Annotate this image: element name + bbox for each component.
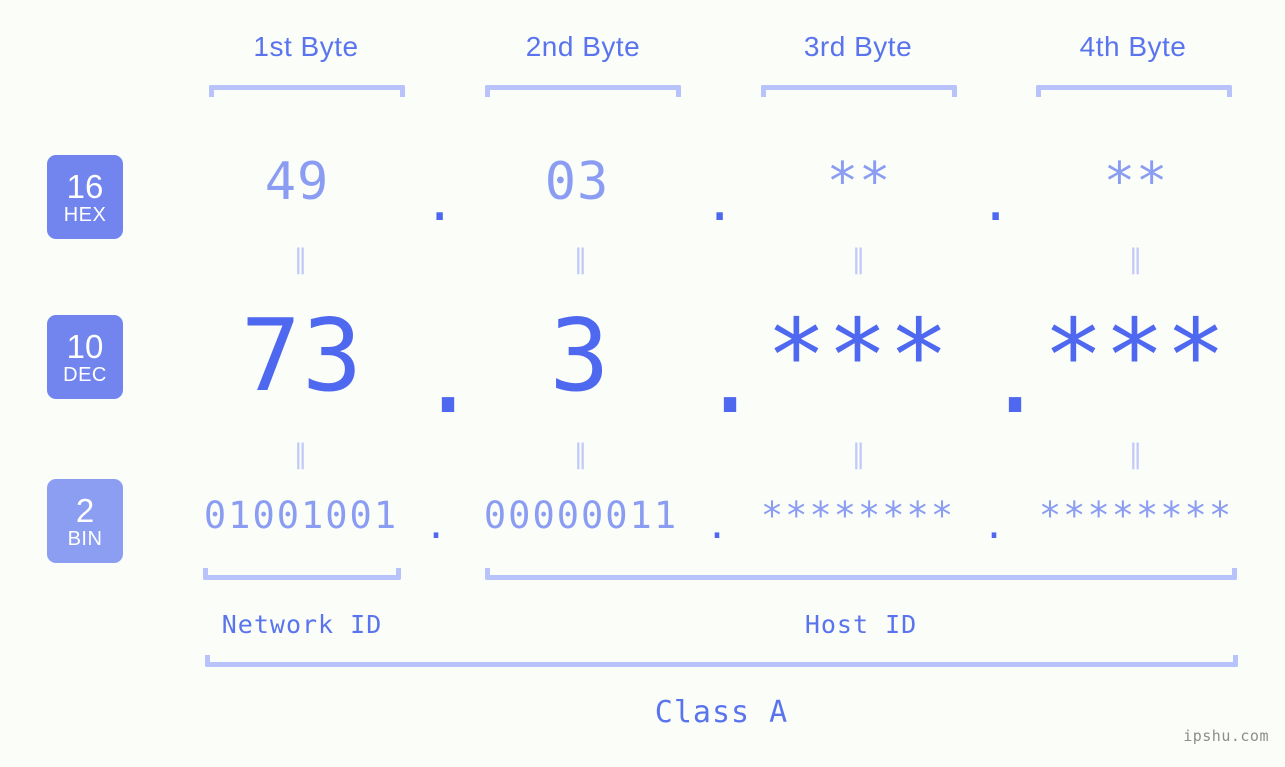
base-badge-dec-number: 10	[66, 327, 104, 365]
hex-byte-4: **	[1103, 152, 1169, 212]
hex-byte-3: **	[826, 152, 892, 212]
base-badge-hex: 16 HEX	[47, 155, 123, 239]
dec-byte-3: ***	[766, 297, 950, 414]
network-id-bracket	[203, 568, 401, 580]
equals-mark-hex-dec-1: ‖	[293, 244, 309, 275]
host-id-label: Host ID	[804, 610, 918, 639]
dec-byte-2: 3	[549, 297, 611, 414]
byte-header-2: 2nd Byte	[525, 31, 641, 62]
byte-header-4: 4th Byte	[1079, 31, 1187, 62]
class-label: Class A	[654, 695, 789, 730]
byte-bracket-1	[209, 85, 405, 97]
equals-mark-dec-bin-3: ‖	[851, 439, 867, 470]
byte-header-3: 3rd Byte	[803, 31, 913, 62]
dec-byte-1: 73	[240, 297, 364, 414]
equals-mark-dec-bin-2: ‖	[573, 439, 589, 470]
base-badge-dec: 10 DEC	[47, 315, 123, 399]
bin-separator-1: .	[424, 504, 448, 547]
dec-separator-1: .	[418, 319, 479, 436]
hex-separator-2: .	[704, 173, 736, 233]
host-id-bracket	[485, 568, 1237, 580]
hex-byte-1: 49	[264, 152, 330, 212]
hex-separator-3: .	[980, 173, 1012, 233]
network-id-label: Network ID	[221, 610, 383, 639]
base-badge-dec-unit: DEC	[63, 363, 107, 386]
class-bracket	[205, 655, 1238, 667]
watermark: ipshu.com	[1183, 727, 1269, 745]
bin-byte-3: ********	[760, 494, 956, 537]
bin-separator-3: .	[982, 504, 1006, 547]
equals-mark-hex-dec-2: ‖	[573, 244, 589, 275]
base-badge-bin-number: 2	[75, 491, 95, 529]
equals-mark-hex-dec-4: ‖	[1128, 244, 1144, 275]
dec-separator-3: .	[985, 319, 1046, 436]
hex-byte-2: 03	[544, 152, 610, 212]
ip-byte-breakdown-diagram: 1st Byte 2nd Byte 3rd Byte 4th Byte 16 H…	[0, 0, 1285, 767]
bin-separator-2: .	[705, 504, 729, 547]
dec-separator-2: .	[700, 319, 761, 436]
dec-byte-4: ***	[1043, 297, 1227, 414]
bin-byte-1: 01001001	[203, 494, 399, 537]
hex-separator-1: .	[424, 173, 456, 233]
equals-mark-dec-bin-4: ‖	[1128, 439, 1144, 470]
equals-mark-hex-dec-3: ‖	[851, 244, 867, 275]
byte-header-1: 1st Byte	[253, 31, 359, 62]
byte-bracket-4	[1036, 85, 1232, 97]
byte-bracket-3	[761, 85, 957, 97]
bin-byte-4: ********	[1038, 494, 1234, 537]
base-badge-hex-number: 16	[66, 167, 104, 205]
byte-bracket-2	[485, 85, 681, 97]
equals-mark-dec-bin-1: ‖	[293, 439, 309, 470]
base-badge-bin: 2 BIN	[47, 479, 123, 563]
base-badge-bin-unit: BIN	[67, 527, 103, 550]
base-badge-hex-unit: HEX	[63, 203, 107, 226]
bin-byte-2: 00000011	[483, 494, 679, 537]
